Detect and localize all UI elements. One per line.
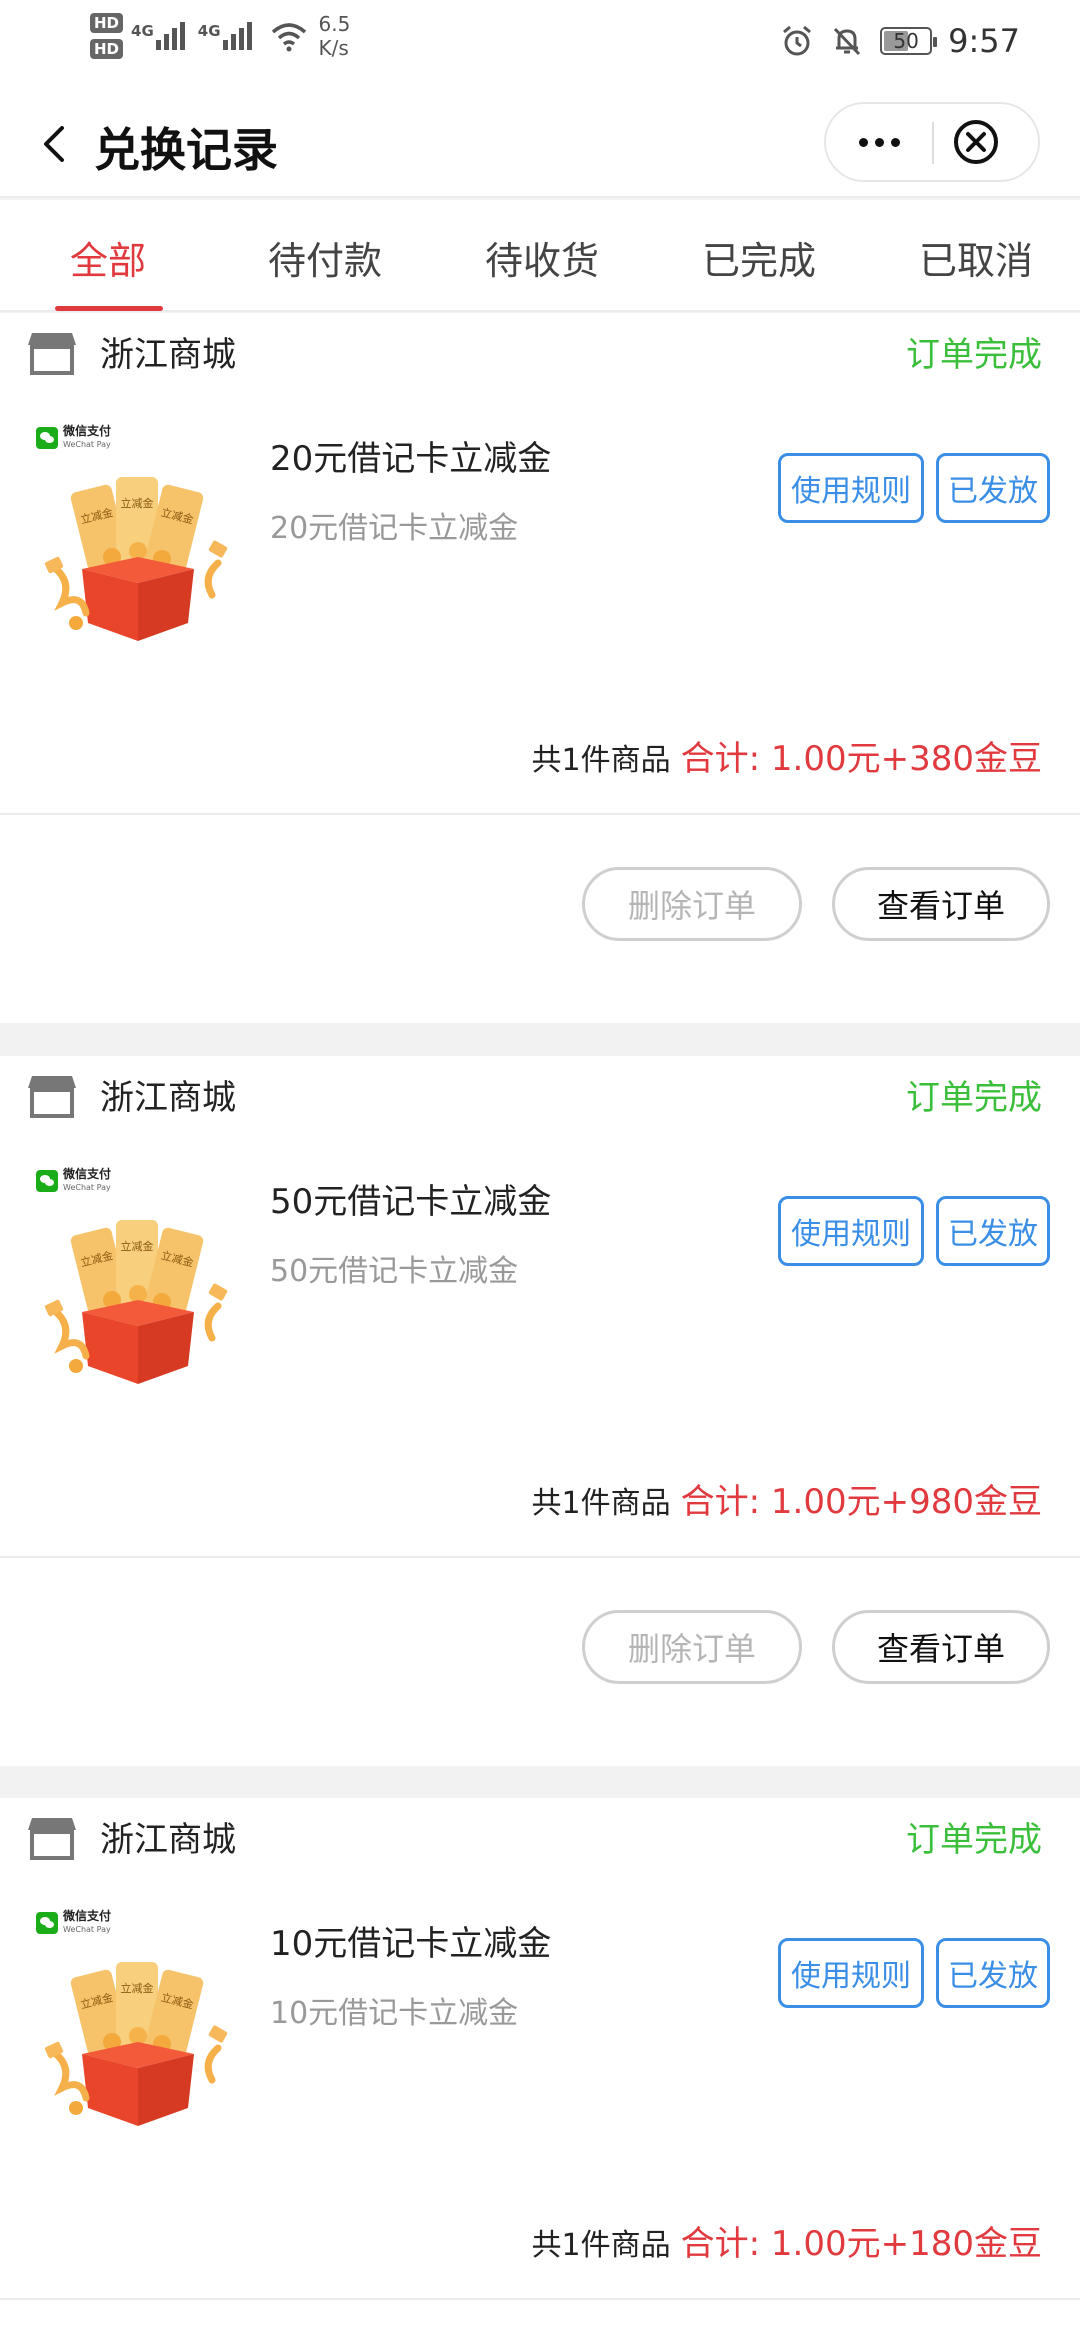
- order-divider: [0, 1556, 1080, 1558]
- order-divider: [0, 2298, 1080, 2300]
- hd-indicators: HD HD: [90, 13, 124, 59]
- close-icon[interactable]: [952, 118, 1000, 166]
- network-speed: 6.5 K/s: [319, 12, 351, 60]
- signal-icon: 4G: [131, 22, 188, 50]
- wechat-pay-brand-en: WeChat Pay: [63, 1925, 111, 1934]
- hd-indicator-1: HD: [90, 13, 124, 33]
- gift-box-illustration: 立减金 立减金 立减金: [44, 1220, 228, 1384]
- order-divider: [0, 813, 1080, 815]
- gift-box-illustration: 立减金 立减金 立减金: [44, 477, 228, 641]
- wechat-pay-logo: 微信支付 WeChat Pay: [36, 425, 111, 451]
- product-subtitle: 10元借记卡立减金: [270, 1996, 519, 2031]
- wifi-icon: [271, 23, 306, 52]
- wechat-pay-icon: [36, 1912, 58, 1934]
- issued-badge-button[interactable]: 已发放: [936, 453, 1050, 523]
- product-title[interactable]: 50元借记卡立减金: [270, 1174, 551, 1223]
- product-thumbnail[interactable]: 微信支付 WeChat Pay 立减金 立减金 立减金: [22, 1898, 244, 2126]
- wechat-pay-icon: [36, 427, 58, 449]
- usage-rules-button[interactable]: 使用规则: [778, 1196, 924, 1266]
- store-name: 浙江商城: [100, 335, 236, 375]
- battery-level: 50: [893, 29, 919, 53]
- status-bar-right: 50 9:57: [780, 22, 1020, 60]
- store-name: 浙江商城: [100, 1078, 236, 1118]
- order-summary: 共1件商品 合计: 1.00元+380金豆: [532, 731, 1042, 780]
- usage-rules-button[interactable]: 使用规则: [778, 453, 924, 523]
- order-card: 浙江商城 订单完成 微信支付 WeChat Pay 立减金 立减金 立减金: [0, 1056, 1080, 1766]
- view-order-button[interactable]: 查看订单: [832, 1610, 1050, 1684]
- item-count: 共1件商品: [531, 2228, 671, 2263]
- status-bar: HD HD 4G 4G 6.5 K/s 50 9:57: [0, 0, 1080, 88]
- wechat-pay-brand-en: WeChat Pay: [63, 440, 111, 449]
- speed-value: 6.5: [318, 12, 351, 36]
- active-tab-indicator: [55, 306, 163, 311]
- battery-icon: 50: [880, 27, 938, 55]
- product-thumbnail[interactable]: 微信支付 WeChat Pay 立减金 立减金 立减金: [22, 1156, 244, 1384]
- view-order-button[interactable]: 查看订单: [832, 867, 1050, 941]
- wechat-pay-brand-cn: 微信支付: [63, 1167, 112, 1181]
- issued-badge-button[interactable]: 已发放: [936, 1938, 1050, 2008]
- wechat-pay-brand-cn: 微信支付: [63, 424, 112, 438]
- usage-rules-button[interactable]: 使用规则: [778, 1938, 924, 2008]
- delete-order-button[interactable]: 删除订单: [582, 1610, 802, 1684]
- tab-pending-payment[interactable]: 待付款: [245, 230, 405, 285]
- capsule-divider: [932, 122, 934, 164]
- order-card: 浙江商城 订单完成 微信支付 WeChat Pay 立减金 立减金 立减金: [0, 1798, 1080, 2340]
- order-total: 合计: 1.00元+980金豆: [680, 1482, 1042, 1522]
- product-subtitle: 50元借记卡立减金: [270, 1254, 519, 1289]
- mini-program-capsule: [824, 102, 1040, 182]
- hd-indicator-2: HD: [90, 39, 124, 59]
- bell-off-icon: [834, 27, 861, 56]
- order-summary: 共1件商品 合计: 1.00元+980金豆: [532, 1474, 1042, 1523]
- wechat-pay-logo: 微信支付 WeChat Pay: [36, 1910, 111, 1936]
- ticket-label: 立减金: [121, 1239, 154, 1253]
- wechat-pay-brand-en: WeChat Pay: [63, 1183, 111, 1192]
- status-bar-left: HD HD 4G 4G 6.5 K/s: [90, 12, 350, 60]
- network-type-2: 4G: [197, 22, 221, 40]
- page-title: 兑换记录: [94, 123, 278, 177]
- order-status: 订单完成: [906, 1820, 1042, 1860]
- gift-box-illustration: 立减金 立减金 立减金: [44, 1962, 228, 2126]
- more-icon[interactable]: [826, 104, 932, 180]
- store-icon: [28, 1076, 76, 1118]
- order-status: 订单完成: [906, 335, 1042, 375]
- order-tabs: 全部 待付款 待收货 已完成 已取消: [0, 200, 1080, 312]
- ticket-label: 立减金: [121, 496, 154, 510]
- wechat-pay-logo: 微信支付 WeChat Pay: [36, 1168, 111, 1194]
- tab-completed[interactable]: 已完成: [679, 230, 839, 285]
- wechat-pay-brand-cn: 微信支付: [63, 1909, 112, 1923]
- nav-header: 兑换记录: [0, 88, 1080, 198]
- order-total: 合计: 1.00元+180金豆: [680, 2224, 1042, 2264]
- network-type-1: 4G: [131, 22, 154, 40]
- delete-order-button[interactable]: 删除订单: [582, 867, 802, 941]
- item-count: 共1件商品: [531, 743, 671, 778]
- item-count: 共1件商品: [531, 1486, 671, 1521]
- product-thumbnail[interactable]: 微信支付 WeChat Pay 立减金 立减金 立减金: [22, 413, 244, 641]
- ticket-label: 立减金: [121, 1981, 154, 1995]
- order-status: 订单完成: [906, 1078, 1042, 1118]
- wechat-pay-icon: [36, 1170, 58, 1192]
- tab-pending-receipt[interactable]: 待收货: [462, 230, 622, 285]
- back-icon[interactable]: [36, 120, 76, 168]
- clock: 9:57: [948, 22, 1020, 60]
- tab-all[interactable]: 全部: [28, 230, 188, 285]
- signal-icon: 4G: [198, 22, 255, 50]
- store-icon: [28, 333, 76, 375]
- speed-unit: K/s: [318, 36, 349, 60]
- alarm-icon: [783, 25, 812, 56]
- order-card: 浙江商城 订单完成 微信支付 WeChat Pay 立减金 立减金 立减金: [0, 313, 1080, 1023]
- order-total: 合计: 1.00元+380金豆: [680, 739, 1042, 779]
- issued-badge-button[interactable]: 已发放: [936, 1196, 1050, 1266]
- tab-cancelled[interactable]: 已取消: [896, 230, 1056, 285]
- store-name: 浙江商城: [100, 1820, 236, 1860]
- store-icon: [28, 1818, 76, 1860]
- product-title[interactable]: 20元借记卡立减金: [270, 431, 551, 480]
- product-subtitle: 20元借记卡立减金: [270, 511, 519, 546]
- order-summary: 共1件商品 合计: 1.00元+180金豆: [532, 2216, 1042, 2265]
- product-title[interactable]: 10元借记卡立减金: [270, 1916, 551, 1965]
